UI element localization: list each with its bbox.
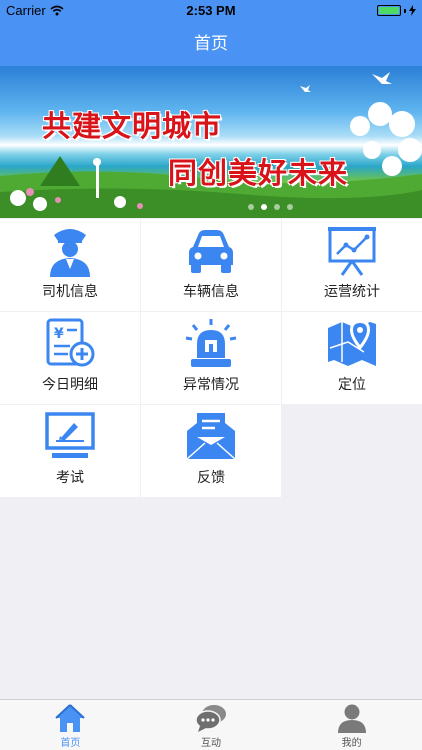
alarm-light-icon: [185, 319, 237, 367]
grid-item-operation-stats[interactable]: 运营统计: [282, 219, 422, 311]
nav-bar: 首页: [0, 22, 422, 66]
chart-board-icon: [328, 227, 376, 276]
grid-item-exception[interactable]: 异常情况: [141, 312, 281, 404]
status-bar: Carrier 2:53 PM: [0, 0, 422, 22]
banner-slogan-1: 共建文明城市: [42, 109, 223, 143]
carousel-dot[interactable]: [248, 204, 254, 210]
grid-label: 车辆信息: [183, 283, 239, 299]
grid-item-feedback[interactable]: 反馈: [141, 405, 281, 497]
chat-bubbles-icon: [195, 705, 226, 732]
grid-label: 定位: [338, 376, 366, 392]
tab-mine[interactable]: 我的: [281, 700, 422, 750]
tab-bar: 首页 互动 我的: [0, 699, 422, 750]
feedback-envelope-icon: [186, 413, 236, 460]
grid-label: 异常情况: [183, 376, 239, 392]
tab-label: 互动: [201, 738, 221, 749]
grid-label: 今日明细: [42, 376, 98, 392]
tab-interaction[interactable]: 互动: [141, 700, 282, 750]
battery-indicator: [377, 5, 416, 16]
grid-item-driver-info[interactable]: 司机信息: [0, 219, 140, 311]
driver-icon: [50, 229, 90, 277]
person-icon: [337, 704, 366, 733]
battery-icon: [377, 5, 401, 16]
grid-label: 司机信息: [42, 283, 98, 299]
daily-detail-icon: ¥: [46, 318, 95, 367]
banner-carousel[interactable]: 共建文明城市 同创美好未来: [0, 66, 422, 218]
grid-item-vehicle-info[interactable]: 车辆信息: [141, 219, 281, 311]
tab-label: 我的: [341, 738, 362, 749]
carousel-dot[interactable]: [287, 204, 293, 210]
carousel-page-indicator[interactable]: [248, 204, 293, 210]
clock: 2:53 PM: [186, 3, 236, 18]
grid-label: 反馈: [197, 469, 225, 485]
grid-item-location[interactable]: 定位: [282, 312, 422, 404]
grid-item-daily-detail[interactable]: ¥ 今日明细: [0, 312, 140, 404]
exam-screen-icon: [45, 412, 95, 458]
svg-text:¥: ¥: [54, 326, 64, 342]
function-grid: 司机信息 车辆信息 运营统计 ¥ 今日明细 异常情况 定位 考试 反馈: [0, 219, 422, 497]
charging-bolt-icon: [409, 5, 416, 16]
carousel-dot[interactable]: [261, 204, 267, 210]
carousel-dot[interactable]: [274, 204, 280, 210]
tab-home[interactable]: 首页: [0, 700, 141, 750]
tab-label: 首页: [60, 738, 81, 749]
grid-label: 运营统计: [324, 283, 380, 299]
page-title: 首页: [194, 34, 228, 53]
map-pin-icon: [328, 320, 376, 366]
banner-slogan-2: 同创美好未来: [168, 156, 349, 190]
grid-label: 考试: [56, 469, 84, 485]
home-icon: [55, 704, 86, 732]
grid-item-exam[interactable]: 考试: [0, 405, 140, 497]
car-icon: [189, 230, 233, 273]
